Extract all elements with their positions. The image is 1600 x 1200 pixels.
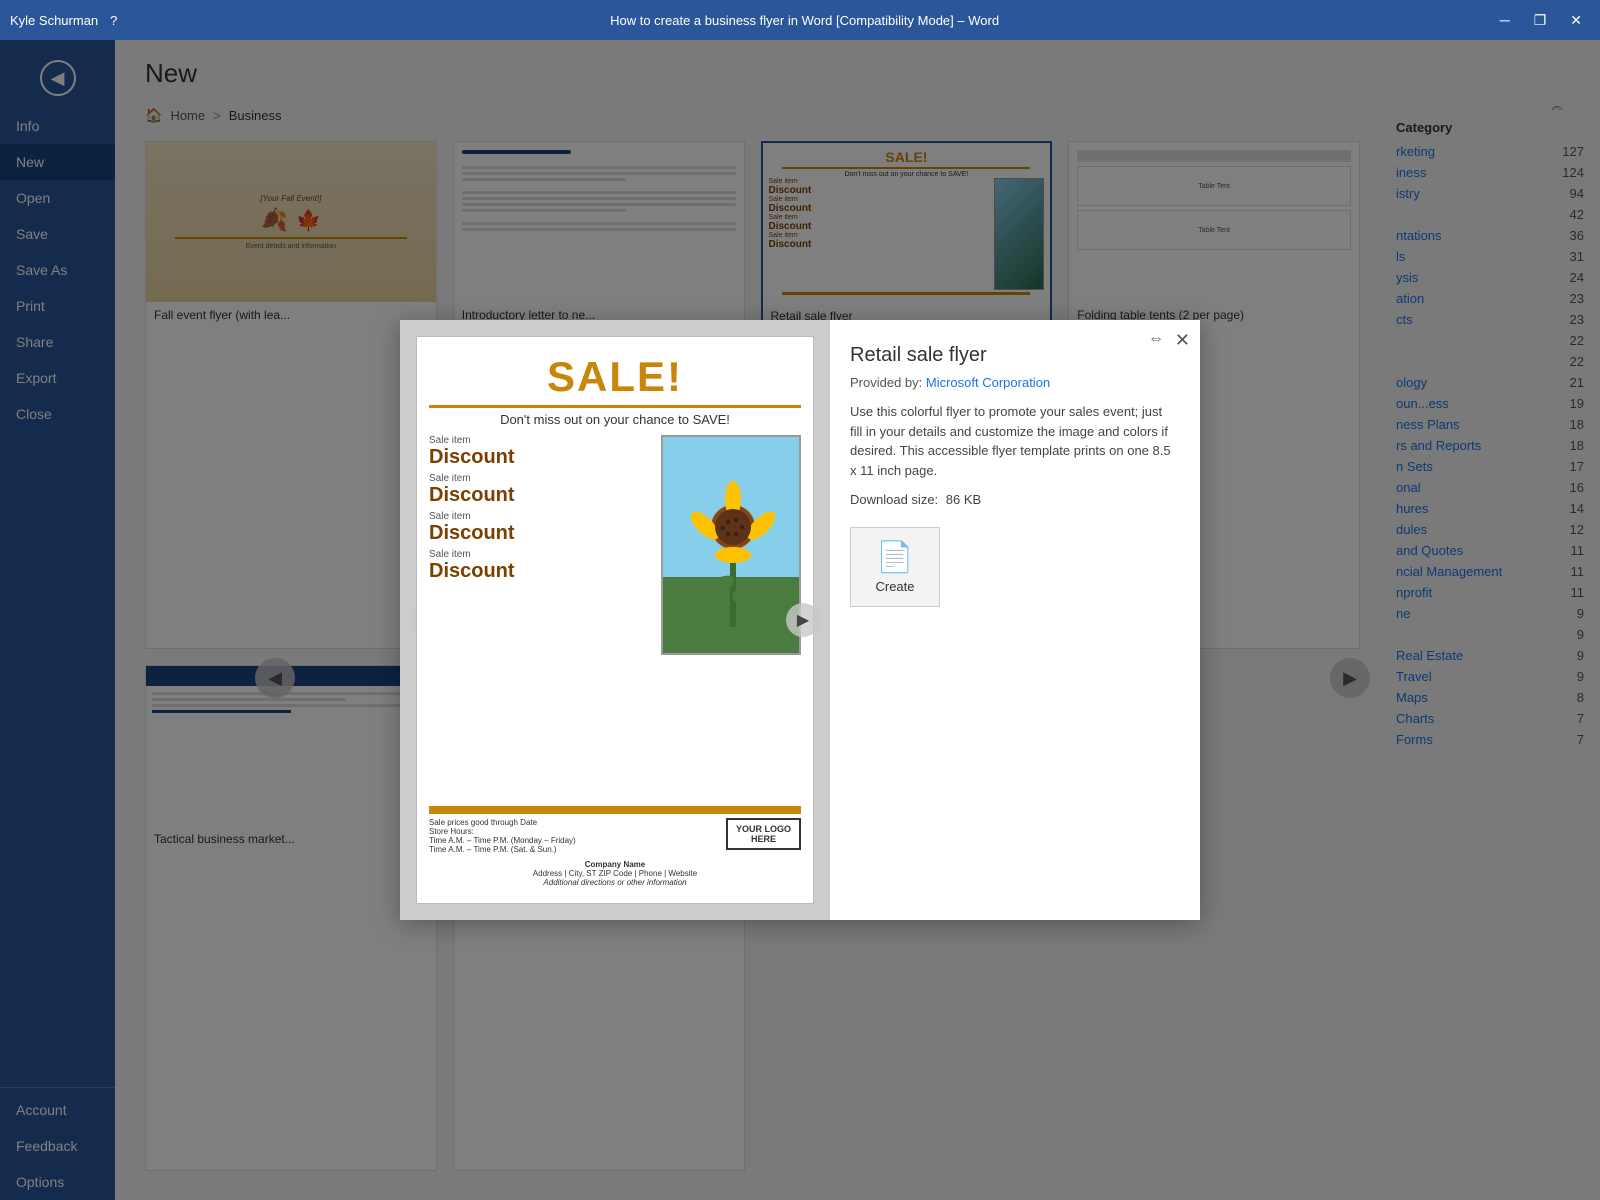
modal-template-title: Retail sale flyer	[850, 344, 1176, 367]
flyer-item-2: Sale item Discount	[429, 473, 653, 507]
flyer-footer-line3: Time A.M. – Time P.M. (Monday – Friday)	[429, 836, 576, 845]
help-button[interactable]: ?	[110, 13, 117, 28]
title-bar-user: Kyle Schurman ?	[10, 13, 117, 28]
modal-overlay: ✕ ⇔ ◀ SALE! Don't miss out on your chanc…	[0, 40, 1600, 1200]
flyer-preview: SALE! Don't miss out on your chance to S…	[416, 336, 814, 904]
window-title: How to create a business flyer in Word […	[117, 13, 1491, 28]
flyer-subtitle: Don't miss out on your chance to SAVE!	[500, 412, 730, 427]
flyer-footer-line4: Time A.M. – Time P.M. (Sat. & Sun.)	[429, 845, 576, 854]
close-button[interactable]: ✕	[1562, 9, 1590, 31]
template-preview-modal: ✕ ⇔ ◀ SALE! Don't miss out on your chanc…	[400, 320, 1200, 920]
restore-button[interactable]: ❐	[1526, 9, 1555, 31]
modal-info-pane: Retail sale flyer Provided by: Microsoft…	[830, 320, 1200, 920]
flyer-item-3: Sale item Discount	[429, 511, 653, 545]
user-name: Kyle Schurman	[10, 13, 98, 28]
modal-nav-right[interactable]: ▶	[786, 603, 820, 637]
flyer-footer-line1: Sale prices good through Date	[429, 818, 576, 827]
modal-preview-pane: ◀ SALE! Don't miss out on your chance to…	[400, 320, 830, 920]
flyer-body: Sale item Discount Sale item Discount Sa…	[429, 435, 801, 800]
modal-close-button[interactable]: ✕	[1175, 330, 1190, 351]
flyer-sale-title: SALE!	[547, 353, 683, 401]
create-document-icon: 📄	[876, 540, 913, 575]
flyer-logo-box: YOUR LOGOHERE	[726, 818, 801, 850]
flyer-footer-text: Sale prices good through Date Store Hour…	[429, 818, 801, 854]
flyer-footer-bar	[429, 806, 801, 814]
create-button[interactable]: 📄 Create	[850, 527, 940, 607]
window-controls: ─ ❐ ✕	[1492, 9, 1590, 31]
modal-download-size: Download size: 86 KB	[850, 492, 1176, 507]
modal-provider-link[interactable]: Microsoft Corporation	[926, 375, 1050, 390]
create-button-label: Create	[875, 579, 914, 594]
sunflower-svg	[663, 437, 801, 655]
flyer-item-4: Sale item Discount	[429, 549, 653, 583]
download-size-value: 86 KB	[946, 492, 981, 507]
flyer-item-1: Sale item Discount	[429, 435, 653, 469]
flyer-items: Sale item Discount Sale item Discount Sa…	[429, 435, 653, 800]
flyer-gold-line-top	[429, 405, 801, 408]
flyer-sunflower-image	[661, 435, 801, 655]
flyer-footer-left: Sale prices good through Date Store Hour…	[429, 818, 576, 854]
modal-description: Use this colorful flyer to promote your …	[850, 402, 1176, 480]
flyer-footer-line2: Store Hours:	[429, 827, 576, 836]
modal-provided-by: Provided by: Microsoft Corporation	[850, 375, 1176, 390]
minimize-button[interactable]: ─	[1492, 9, 1518, 31]
title-bar: Kyle Schurman ? How to create a business…	[0, 0, 1600, 40]
modal-expand-icon[interactable]: ⇔	[1148, 330, 1164, 348]
flyer-company-name: Company Name Address | City, ST ZIP Code…	[429, 860, 801, 887]
